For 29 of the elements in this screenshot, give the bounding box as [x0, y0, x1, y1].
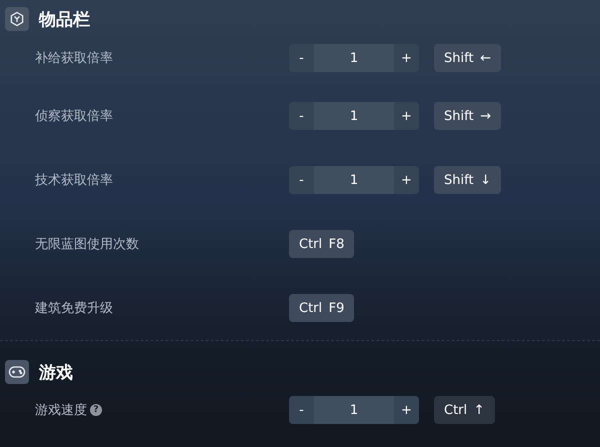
- value-field[interactable]: 1: [314, 166, 394, 194]
- option-label: 侦察获取倍率: [35, 108, 113, 125]
- hotkey-button[interactable]: Ctrl ↑: [434, 396, 495, 424]
- hotkey-button[interactable]: Ctrl F9: [289, 294, 354, 322]
- gamepad-icon: [5, 360, 29, 384]
- option-label: 技术获取倍率: [35, 172, 113, 189]
- option-label: 无限蓝图使用次数: [35, 236, 139, 253]
- increment-button[interactable]: +: [394, 44, 419, 72]
- value-field[interactable]: 1: [314, 396, 394, 424]
- section-title: 游戏: [39, 362, 73, 384]
- option-label: 补给获取倍率: [35, 50, 113, 67]
- increment-button[interactable]: +: [394, 166, 419, 194]
- decrement-button[interactable]: -: [289, 44, 314, 72]
- option-label: 游戏速度: [35, 402, 87, 419]
- decrement-button[interactable]: -: [289, 102, 314, 130]
- help-icon[interactable]: ?: [90, 404, 102, 416]
- value-field[interactable]: 1: [314, 102, 394, 130]
- section-title: 物品栏: [39, 8, 90, 30]
- increment-button[interactable]: +: [394, 102, 419, 130]
- decrement-button[interactable]: -: [289, 166, 314, 194]
- option-label: 建筑免费升级: [35, 300, 113, 317]
- decrement-button[interactable]: -: [289, 396, 314, 424]
- value-field[interactable]: 1: [314, 44, 394, 72]
- hotkey-button[interactable]: Ctrl F8: [289, 230, 354, 258]
- cube-icon: [5, 7, 29, 31]
- hotkey-button[interactable]: Shift ←: [434, 44, 501, 72]
- hotkey-button[interactable]: Shift ↓: [434, 166, 501, 194]
- increment-button[interactable]: +: [394, 396, 419, 424]
- hotkey-button[interactable]: Shift →: [434, 102, 501, 130]
